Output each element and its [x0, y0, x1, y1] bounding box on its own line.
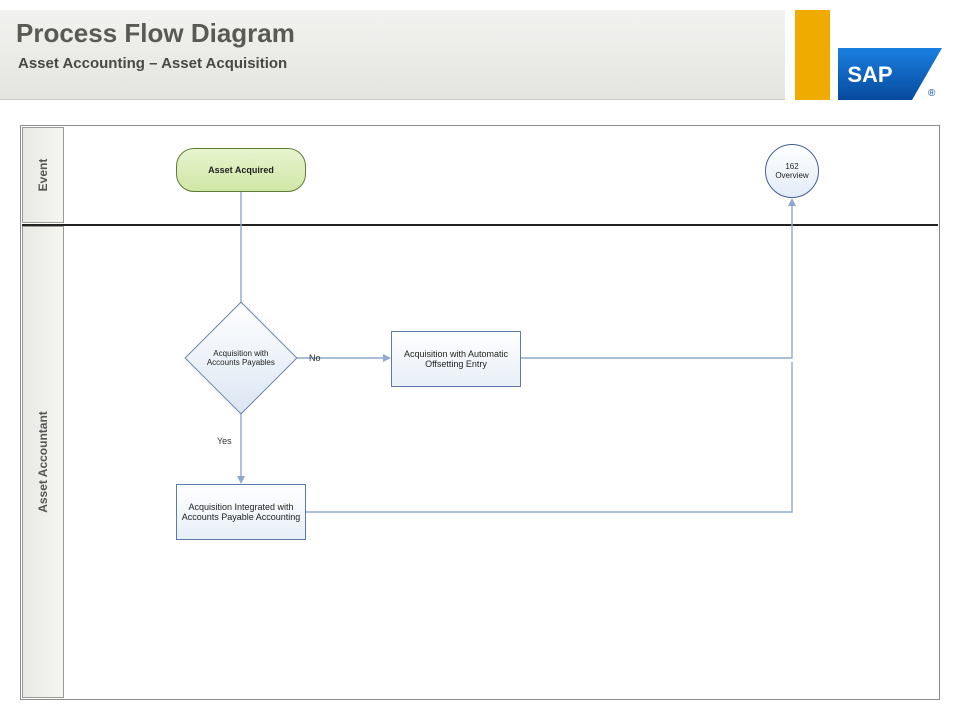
process-ap-integrated: Acquisition Integrated with Accounts Pay… — [176, 484, 306, 540]
shapes-layer: Asset Acquired 162 Overview Acquisition … — [21, 126, 939, 699]
decision-acquisition-ap-label: Acquisition with Accounts Payables — [202, 347, 280, 369]
page-title: Process Flow Diagram — [16, 18, 769, 49]
accent-tab — [795, 10, 830, 100]
sap-logo-icon: SAP ® — [838, 48, 942, 100]
event-asset-acquired-label: Asset Acquired — [204, 163, 278, 177]
edge-label-no: No — [309, 353, 321, 363]
diagram-canvas: Event Asset Accountant Asset Acquired — [20, 125, 940, 700]
subprocess-162-overview-label: 162 Overview — [767, 160, 816, 182]
page-subtitle: Asset Accounting – Asset Acquisition — [18, 55, 769, 72]
process-auto-offset-label: Acquisition with Automatic Offsetting En… — [392, 347, 520, 372]
svg-text:®: ® — [928, 88, 936, 99]
edge-label-yes: Yes — [217, 436, 232, 446]
process-auto-offset: Acquisition with Automatic Offsetting En… — [391, 331, 521, 387]
decision-acquisition-ap: Acquisition with Accounts Payables — [184, 301, 297, 414]
svg-text:SAP: SAP — [847, 62, 892, 87]
sap-logo: SAP ® — [838, 48, 942, 100]
process-ap-integrated-label: Acquisition Integrated with Accounts Pay… — [177, 500, 305, 525]
event-asset-acquired: Asset Acquired — [176, 148, 306, 192]
title-bar: Process Flow Diagram Asset Accounting – … — [0, 10, 785, 100]
subprocess-162-overview: 162 Overview — [765, 144, 819, 198]
